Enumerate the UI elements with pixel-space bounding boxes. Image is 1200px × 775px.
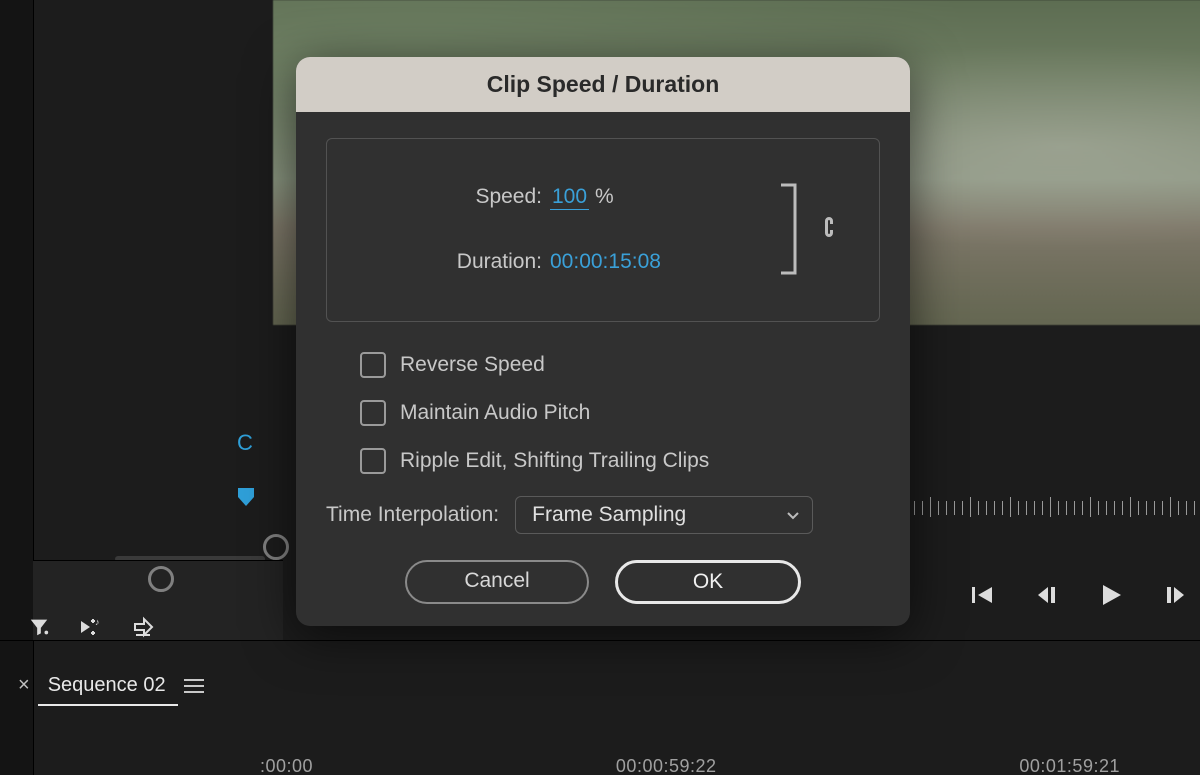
checkbox-icon [360,400,386,426]
transport-controls [968,582,1188,608]
timecode-1: 00:00:59:22 [616,756,717,775]
panel-menu-icon[interactable] [184,678,204,694]
speed-row: Speed: 100 % [367,185,737,210]
time-interpolation-label: Time Interpolation: [326,503,499,527]
sequence-tab-label: Sequence 02 [48,674,166,697]
app-root: C // ticks will be injected after JSON l… [0,0,1200,775]
clip-speed-duration-dialog: Clip Speed / Duration Speed: 100 % Durat… [296,57,910,626]
ripple-edit-checkbox[interactable]: Ripple Edit, Shifting Trailing Clips [360,448,880,474]
panel-divider[interactable] [0,640,1200,641]
checkbox-icon [360,352,386,378]
timeline-ruler-fragment: // ticks will be injected after JSON loa… [890,491,1200,521]
left-panel-gutter [0,0,34,775]
duration-row: Duration: 00:00:15:08 [367,250,737,274]
play-icon[interactable] [1098,582,1124,608]
duration-input[interactable]: 00:00:15:08 [550,250,661,274]
speed-input[interactable]: 100 [550,185,589,210]
ripple-edit-label: Ripple Edit, Shifting Trailing Clips [400,449,709,473]
maintain-pitch-checkbox[interactable]: Maintain Audio Pitch [360,400,880,426]
speed-unit: % [595,185,614,209]
cancel-button[interactable]: Cancel [405,560,589,604]
speed-label: Speed: [367,185,550,209]
insert-clip-icon[interactable]: ♪ [78,616,104,638]
overwrite-clip-icon[interactable] [132,616,156,638]
duration-label: Duration: [367,250,550,274]
chevron-down-icon [786,503,800,527]
step-back-icon[interactable] [1034,583,1060,607]
source-toolbar: ♪ [28,616,156,638]
playhead-handle[interactable] [263,534,289,560]
truncated-label: C [237,430,253,456]
time-interpolation-dropdown[interactable]: Frame Sampling [515,496,813,534]
timeline-timecodes: :00:00 00:00:59:22 00:01:59:21 [260,756,1200,775]
zoom-handle[interactable] [148,566,174,592]
dialog-title: Clip Speed / Duration [296,57,910,112]
checkbox-icon [360,448,386,474]
maintain-pitch-label: Maintain Audio Pitch [400,401,590,425]
filter-icon[interactable] [28,616,50,638]
sequence-tab[interactable]: × Sequence 02 [18,674,204,697]
reverse-speed-label: Reverse Speed [400,353,545,377]
go-to-previous-icon[interactable] [968,583,996,607]
close-icon[interactable]: × [18,674,30,697]
link-bracket [777,179,805,279]
timecode-0: :00:00 [260,756,313,775]
reverse-speed-checkbox[interactable]: Reverse Speed [360,352,880,378]
svg-text:♪: ♪ [95,617,100,627]
link-icon[interactable] [819,212,839,247]
time-interpolation-value: Frame Sampling [532,503,686,526]
time-interpolation-row: Time Interpolation: Frame Sampling [326,496,880,534]
step-forward-icon[interactable] [1162,583,1188,607]
speed-duration-group: Speed: 100 % Duration: 00:00:15:08 [326,138,880,322]
timecode-2: 00:01:59:21 [1019,756,1120,775]
playhead-marker[interactable] [237,487,255,505]
ok-button[interactable]: OK [615,560,801,604]
active-tab-indicator [38,704,178,706]
